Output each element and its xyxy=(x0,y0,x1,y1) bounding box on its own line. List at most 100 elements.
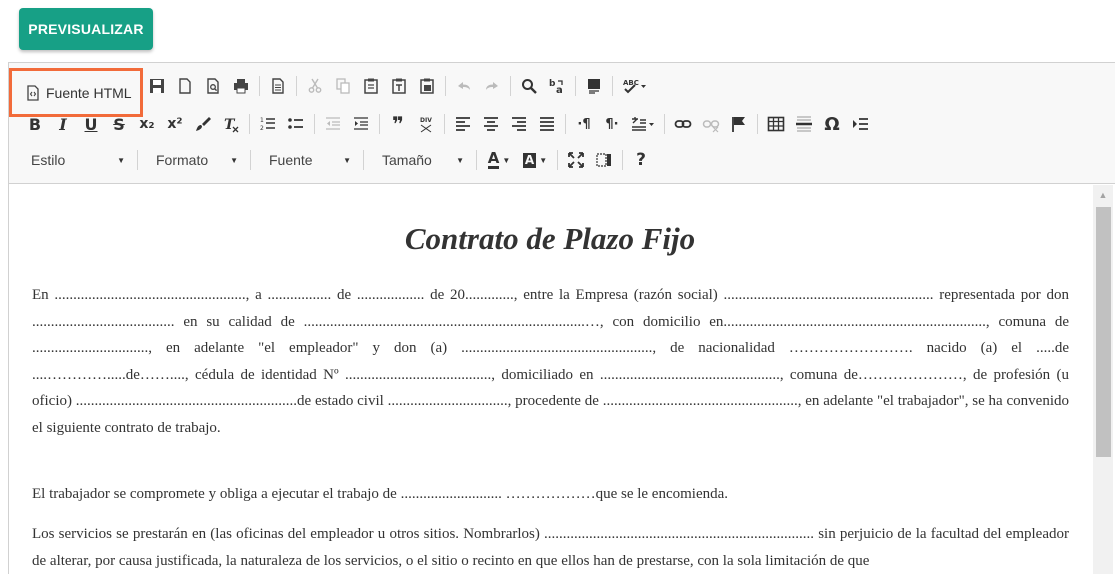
table-icon xyxy=(767,116,785,132)
copy-icon xyxy=(336,78,350,94)
new-page-button[interactable] xyxy=(171,72,199,100)
preview-button[interactable]: PREVISUALIZAR xyxy=(19,8,153,50)
find-button[interactable] xyxy=(515,72,543,100)
background-color-button[interactable]: A ▼ xyxy=(517,146,553,174)
dropdown-arrow-icon: ▼ xyxy=(343,155,351,165)
help-button[interactable]: ? xyxy=(627,146,655,174)
templates-button[interactable] xyxy=(264,72,292,100)
align-right-button[interactable] xyxy=(505,110,533,138)
size-dropdown[interactable]: Tamaño ▼ xyxy=(368,146,472,174)
separator xyxy=(250,150,251,170)
select-all-button[interactable] xyxy=(580,72,608,100)
paste-text-button[interactable] xyxy=(385,72,413,100)
copy-format-button[interactable] xyxy=(189,110,217,138)
style-dropdown-label: Estilo xyxy=(31,152,66,168)
format-dropdown-label: Formato xyxy=(156,152,209,168)
separator xyxy=(664,114,665,134)
svg-text:2: 2 xyxy=(260,125,264,132)
source-file-icon xyxy=(27,84,39,101)
align-center-icon xyxy=(484,117,498,131)
separator xyxy=(622,150,623,170)
remove-format-button[interactable]: T xyxy=(217,110,245,138)
blockquote-button[interactable]: ❞ xyxy=(384,110,412,138)
vertical-scrollbar[interactable]: ▲ xyxy=(1093,185,1113,574)
align-left-button[interactable] xyxy=(449,110,477,138)
editor-content-area[interactable]: Contrato de Plazo Fijo En ..............… xyxy=(9,185,1091,574)
preview-doc-button[interactable] xyxy=(199,72,227,100)
scissors-icon xyxy=(308,78,322,93)
link-button[interactable] xyxy=(669,110,697,138)
size-dropdown-label: Tamaño xyxy=(382,152,432,168)
div-container-icon: DIV xyxy=(420,117,432,133)
bold-button[interactable]: B xyxy=(21,110,49,138)
format-dropdown[interactable]: Formato ▼ xyxy=(142,146,246,174)
dropdown-arrow-icon: ▼ xyxy=(117,155,125,165)
page-break-button[interactable] xyxy=(846,110,874,138)
maximize-button[interactable] xyxy=(562,146,590,174)
toolbar-row-1: Fuente HTML ba ABC xyxy=(9,68,653,117)
scroll-up-arrow-icon[interactable]: ▲ xyxy=(1093,185,1113,205)
replace-button[interactable]: ba xyxy=(543,72,571,100)
paste-word-button[interactable] xyxy=(413,72,441,100)
separator xyxy=(314,114,315,134)
anchor-button[interactable] xyxy=(725,110,753,138)
cut-button[interactable] xyxy=(301,72,329,100)
separator xyxy=(757,114,758,134)
new-page-icon xyxy=(179,78,191,94)
source-html-label: Fuente HTML xyxy=(46,84,132,101)
text-color-icon: A xyxy=(487,149,500,169)
editor-toolbar: Fuente HTML ba ABC B I U S x₂ x² T 1 2 ❞… xyxy=(9,63,1115,184)
redo-button[interactable] xyxy=(478,72,506,100)
language-icon xyxy=(632,117,654,131)
special-char-button[interactable]: Ω xyxy=(818,110,846,138)
paste-button[interactable] xyxy=(357,72,385,100)
subscript-button[interactable]: x₂ xyxy=(133,110,161,138)
page-break-icon xyxy=(853,118,868,130)
show-blocks-button[interactable] xyxy=(590,146,618,174)
superscript-button[interactable]: x² xyxy=(161,110,189,138)
save-button[interactable] xyxy=(143,72,171,100)
italic-button[interactable]: I xyxy=(49,110,77,138)
document-paragraph: Los servicios se prestarán en (las ofici… xyxy=(32,526,1069,569)
align-center-button[interactable] xyxy=(477,110,505,138)
outdent-button[interactable] xyxy=(319,110,347,138)
strikethrough-button[interactable]: S xyxy=(105,110,133,138)
horizontal-rule-button[interactable] xyxy=(790,110,818,138)
maximize-icon xyxy=(568,152,584,168)
align-right-icon xyxy=(512,117,526,131)
bulleted-list-button[interactable] xyxy=(282,110,310,138)
print-button[interactable] xyxy=(227,72,255,100)
dropdown-arrow-icon: ▼ xyxy=(539,155,548,165)
outdent-icon xyxy=(326,117,340,130)
create-div-button[interactable]: DIV xyxy=(412,110,440,138)
undo-icon xyxy=(458,82,470,90)
indent-button[interactable] xyxy=(347,110,375,138)
numbered-list-button[interactable]: 12 xyxy=(254,110,282,138)
separator xyxy=(296,76,297,96)
justify-button[interactable] xyxy=(533,110,561,138)
font-dropdown[interactable]: Fuente ▼ xyxy=(255,146,359,174)
separator xyxy=(445,76,446,96)
unlink-button[interactable] xyxy=(697,110,725,138)
style-dropdown[interactable]: Estilo ▼ xyxy=(17,146,133,174)
horizontal-rule-icon xyxy=(796,116,812,132)
text-direction-ltr-button[interactable]: ·¶ xyxy=(570,110,598,138)
link-icon xyxy=(674,120,692,128)
spellcheck-button[interactable]: ABC xyxy=(617,72,653,100)
show-blocks-icon xyxy=(596,153,611,167)
spellcheck-icon: ABC xyxy=(623,79,646,94)
indent-icon xyxy=(354,117,368,130)
text-color-button[interactable]: A ▼ xyxy=(481,146,517,174)
language-button[interactable] xyxy=(626,110,660,138)
paintbrush-icon xyxy=(196,117,211,131)
preview-page-icon xyxy=(207,78,219,94)
paste-word-icon xyxy=(420,78,434,94)
undo-button[interactable] xyxy=(450,72,478,100)
underline-button[interactable]: U xyxy=(77,110,105,138)
text-direction-rtl-button[interactable]: ¶· xyxy=(598,110,626,138)
separator xyxy=(510,76,511,96)
copy-button[interactable] xyxy=(329,72,357,100)
scrollbar-thumb[interactable] xyxy=(1096,207,1111,457)
table-button[interactable] xyxy=(762,110,790,138)
toolbar-row-3: Estilo ▼ Formato ▼ Fuente ▼ Tamaño ▼ A ▼ xyxy=(17,145,655,175)
